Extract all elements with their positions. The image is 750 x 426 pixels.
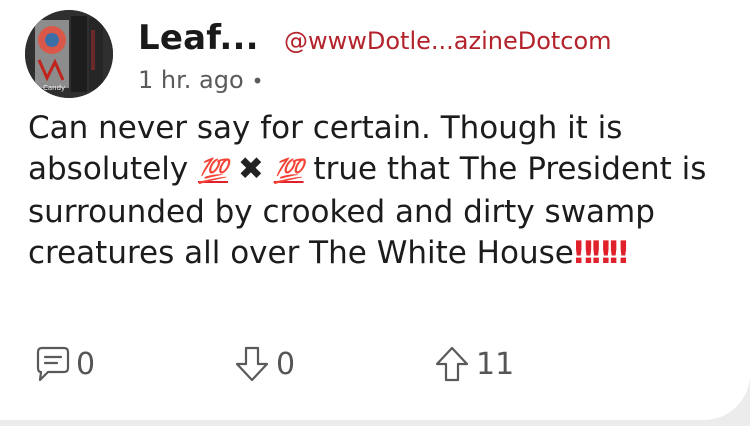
author-handle[interactable]: @wwwDotle...azineDotcom [284,27,612,55]
hundred-emoji-icon-2: 💯 [273,157,304,185]
post-actions: 0 0 11 [32,340,732,388]
upvote-count: 11 [476,346,515,382]
comment-icon [36,346,70,382]
author-name[interactable]: Leaf... [138,18,259,58]
avatar[interactable]: Candy [25,10,113,98]
post-card: Candy Leaf... @wwwDotle...azineDotcom 1 … [0,0,750,420]
upvote-button[interactable]: 11 [432,340,514,388]
avatar-image: Candy [25,10,113,98]
comment-button[interactable]: 0 [32,340,95,388]
arrow-up-icon [435,346,469,382]
post-time: 1 hr. ago [138,66,244,94]
double-exclamation-emoji-icon: ‼‼‼ [573,235,628,271]
post-content: Can never say for certain. Though it is … [28,108,728,274]
comment-count: 0 [76,346,96,382]
downvote-count: 0 [276,346,296,382]
meta-dot: • [251,69,264,93]
post-meta: 1 hr. ago • [138,66,263,94]
hundred-emoji-icon: 💯 [198,157,228,185]
svg-text:Candy: Candy [43,84,65,92]
downvote-button[interactable]: 0 [232,340,295,388]
multiply-emoji-icon: ✖ [237,151,264,187]
arrow-down-icon [235,346,269,382]
